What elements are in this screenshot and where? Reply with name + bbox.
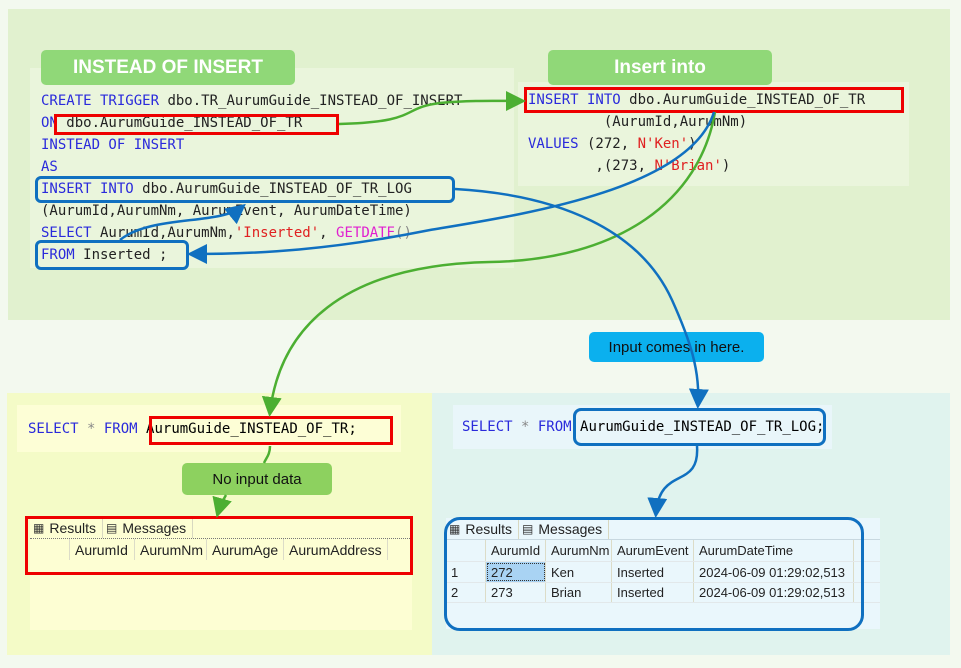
code-line: VALUES (272, N'Ken') bbox=[528, 136, 697, 152]
insert-into-label: Insert into bbox=[548, 50, 772, 85]
instead-of-insert-label: INSTEAD OF INSERT bbox=[41, 50, 295, 85]
on-table-highlight bbox=[54, 114, 339, 135]
trigger-code-block: CREATE TRIGGER dbo.TR_AurumGuide_INSTEAD… bbox=[30, 68, 514, 268]
from-inserted-highlight bbox=[35, 240, 189, 270]
code-line: INSTEAD OF INSERT bbox=[41, 137, 185, 153]
code-line: (AurumId,AurumNm) bbox=[528, 114, 748, 130]
table-name-highlight bbox=[149, 416, 393, 445]
log-table-highlight bbox=[573, 408, 826, 446]
code-line: CREATE TRIGGER dbo.TR_AurumGuide_INSTEAD… bbox=[41, 93, 463, 109]
no-input-data-label: No input data bbox=[182, 463, 332, 495]
code-line: AS bbox=[41, 159, 58, 175]
log-results-highlight bbox=[444, 517, 864, 631]
code-line: (AurumId,AurumNm, AurumEvent, AurumDateT… bbox=[41, 203, 412, 219]
insert-log-highlight bbox=[35, 176, 455, 203]
code-line: ,(273, N'Brian') bbox=[528, 158, 731, 174]
input-comes-in-here-label: Input comes in here. bbox=[589, 332, 764, 362]
empty-results-highlight bbox=[25, 516, 413, 575]
insert-into-highlight bbox=[524, 87, 904, 113]
